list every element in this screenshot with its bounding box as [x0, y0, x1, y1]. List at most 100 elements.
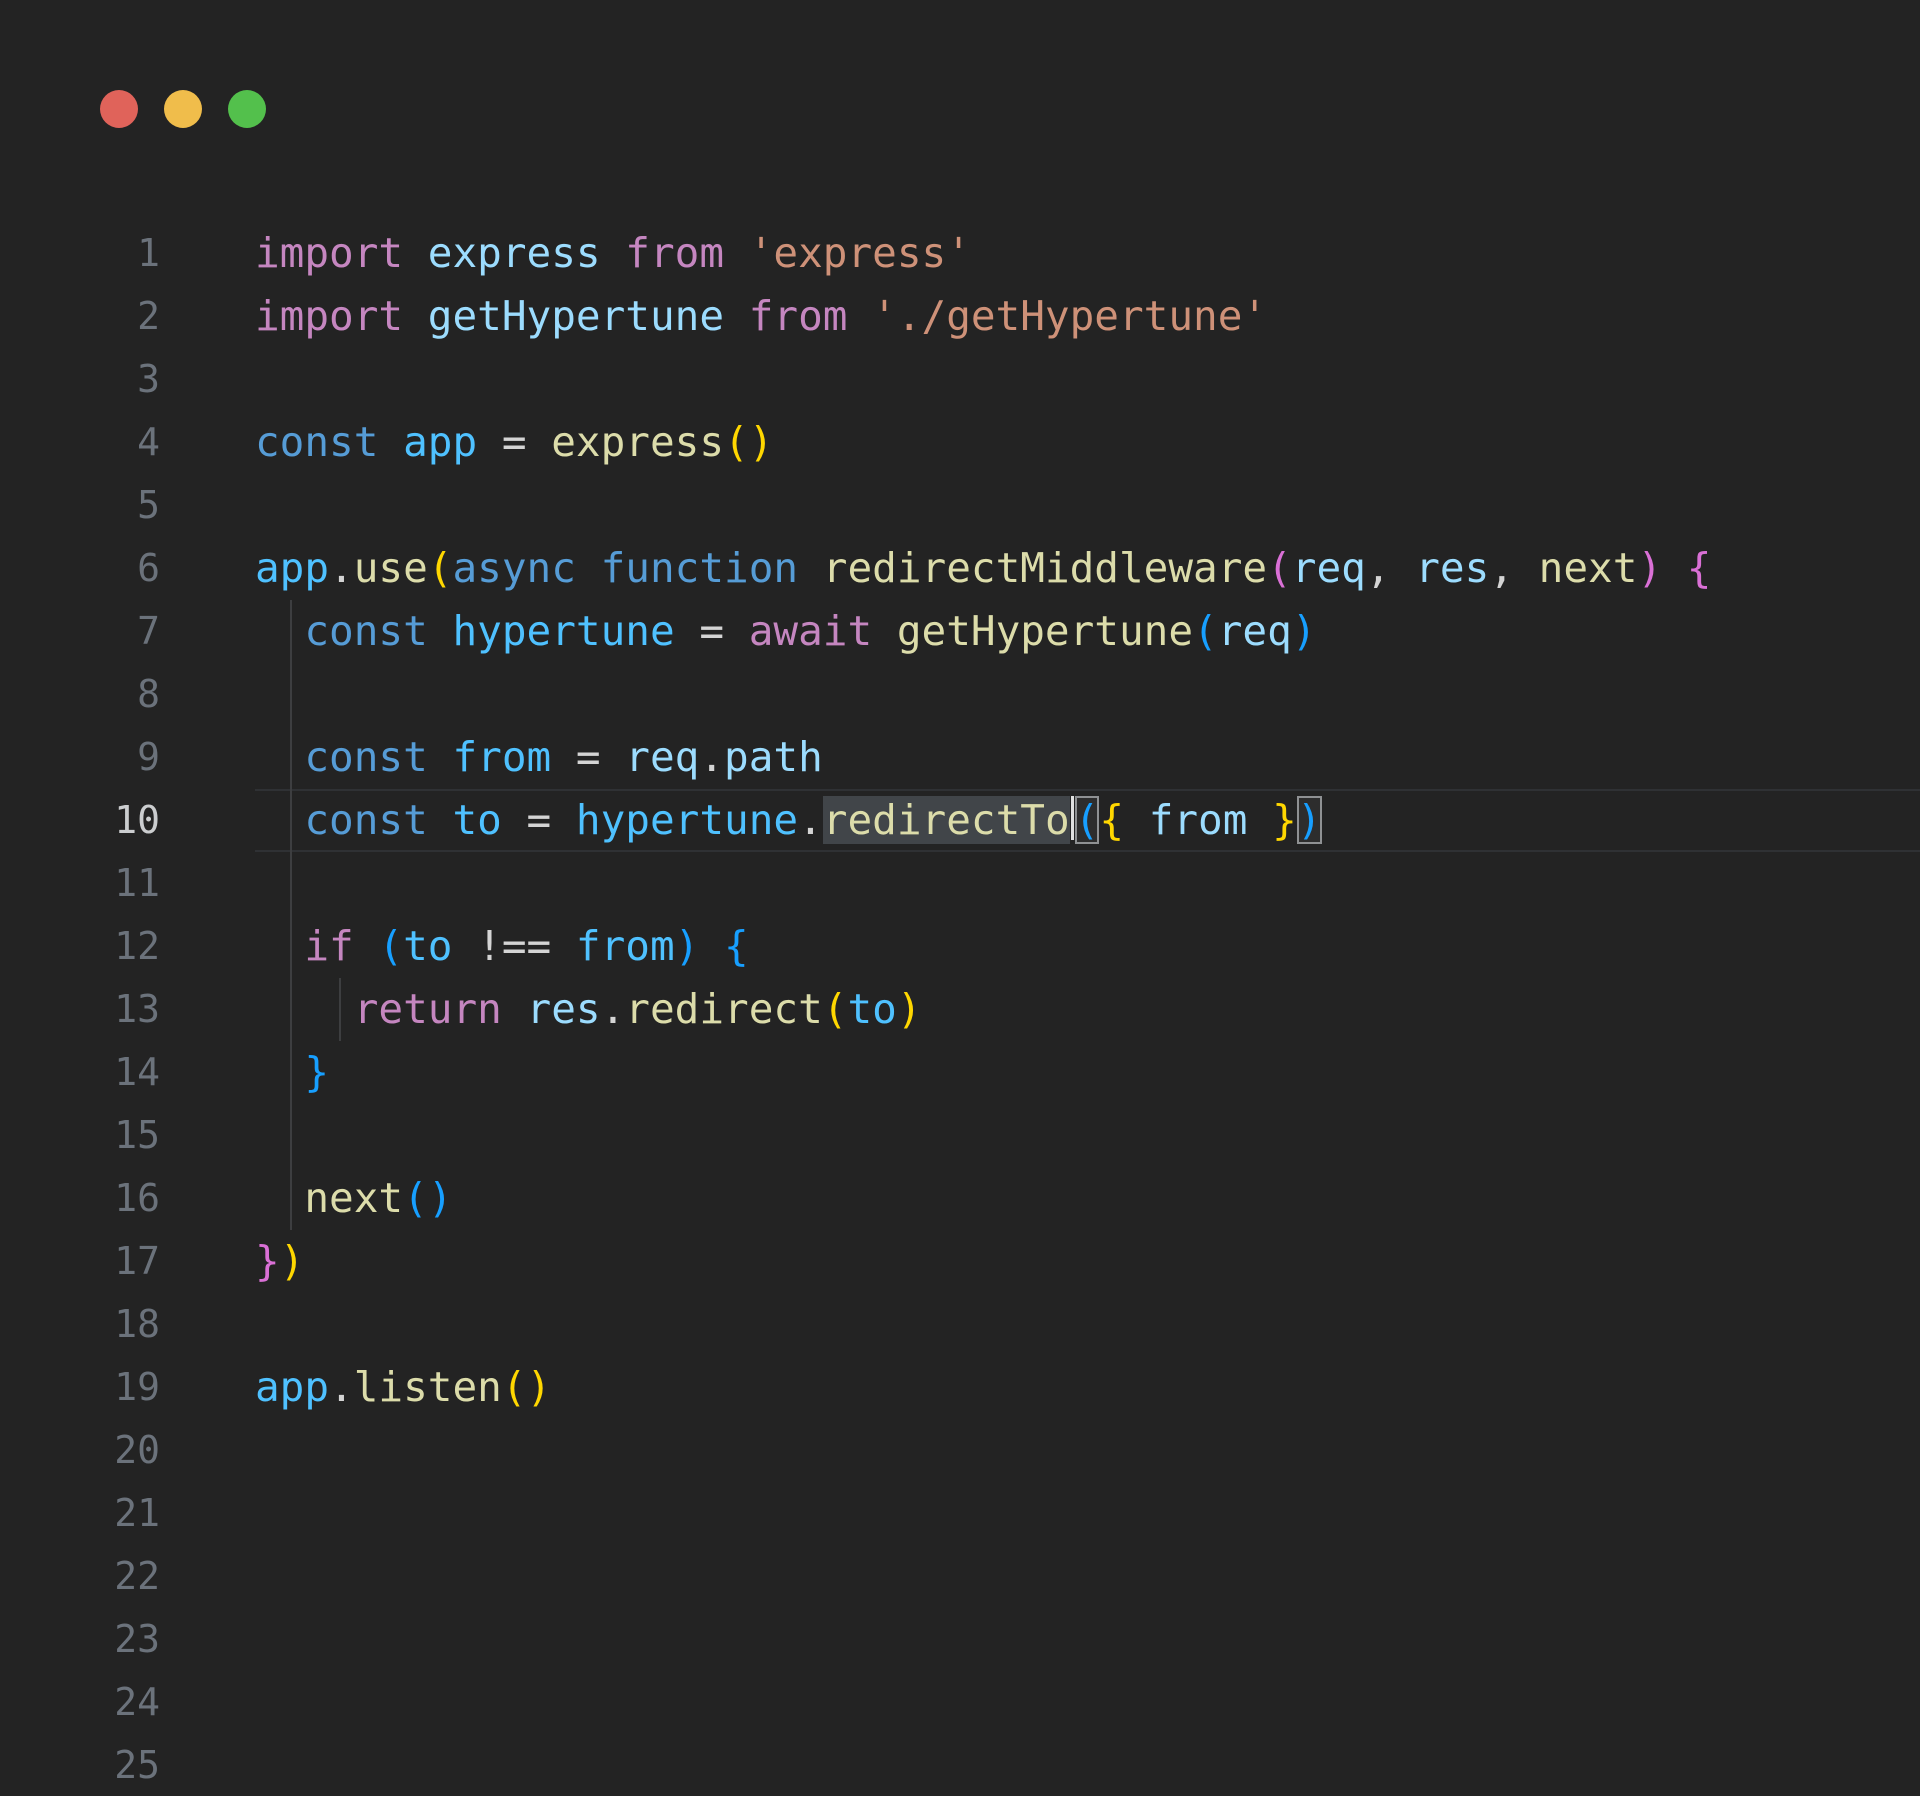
indent-guide	[290, 789, 292, 852]
highlighted-word: redirectTo	[823, 796, 1070, 844]
code-token	[798, 544, 823, 592]
code-token: to	[403, 922, 452, 970]
code-line[interactable]: 1import express from 'express'	[0, 222, 1920, 285]
code-editor-window: 1import express from 'express'2import ge…	[0, 0, 1920, 1796]
line-number: 18	[0, 1293, 160, 1356]
code-line[interactable]: 2import getHypertune from './getHypertun…	[0, 285, 1920, 348]
line-number: 15	[0, 1104, 160, 1167]
code-token: (	[403, 1174, 428, 1222]
line-number: 8	[0, 663, 160, 726]
code-line[interactable]: 19app.listen()	[0, 1356, 1920, 1419]
code-token: from	[749, 292, 848, 340]
code-token: (	[724, 418, 749, 466]
code-line[interactable]: 7 const hypertune = await getHypertune(r…	[0, 600, 1920, 663]
code-line[interactable]: 21	[0, 1482, 1920, 1545]
code-token: import	[255, 292, 403, 340]
line-number: 6	[0, 537, 160, 600]
code-token: const	[304, 607, 427, 655]
code-line-content	[255, 1608, 1920, 1671]
code-token: req	[625, 733, 699, 781]
code-line[interactable]: 6 app.use(async function redirectMiddlewa…	[0, 537, 1920, 600]
code-token: app	[255, 544, 329, 592]
code-line-content: return res.redirect(to)	[255, 978, 1920, 1041]
code-line[interactable]: 22	[0, 1545, 1920, 1608]
indent-guide	[290, 1104, 292, 1167]
code-line[interactable]: 13 return res.redirect(to)	[0, 978, 1920, 1041]
indent-guide	[290, 1167, 292, 1230]
code-line-content: app.use(async function redirectMiddlewar…	[255, 537, 1920, 600]
code-token: express	[551, 418, 724, 466]
code-line[interactable]: 24	[0, 1671, 1920, 1734]
indent-guide	[290, 663, 292, 726]
code-token	[428, 607, 453, 655]
code-token: )	[897, 985, 922, 1033]
code-line[interactable]: 8	[0, 663, 1920, 726]
code-editor-area[interactable]: 1import express from 'express'2import ge…	[0, 222, 1920, 1796]
code-token: )	[428, 1174, 453, 1222]
line-number: 22	[0, 1545, 160, 1608]
code-token: (	[823, 985, 848, 1033]
indent-guide	[339, 978, 341, 1041]
code-token: .	[329, 544, 354, 592]
close-button[interactable]	[100, 90, 138, 128]
code-token	[403, 229, 428, 277]
code-token: next	[1539, 544, 1638, 592]
code-line[interactable]: 12 if (to !== from) {	[0, 915, 1920, 978]
code-token: req	[1292, 544, 1366, 592]
code-line[interactable]: 20	[0, 1419, 1920, 1482]
code-line-content: const from = req.path	[255, 726, 1920, 789]
code-token: =	[551, 733, 625, 781]
code-token: .	[329, 1363, 354, 1411]
code-token	[428, 733, 453, 781]
code-token	[576, 544, 601, 592]
line-number: 10	[0, 789, 160, 852]
code-token: './getHypertune'	[872, 292, 1267, 340]
code-token	[255, 733, 304, 781]
code-token: from	[1149, 796, 1248, 844]
code-line-content	[255, 663, 1920, 726]
code-line[interactable]: 5	[0, 474, 1920, 537]
line-number: 24	[0, 1671, 160, 1734]
code-token	[724, 292, 749, 340]
code-token	[699, 922, 724, 970]
code-token: (	[1193, 607, 1218, 655]
line-number: 21	[0, 1482, 160, 1545]
code-line[interactable]: 15	[0, 1104, 1920, 1167]
code-line[interactable]: 9 const from = req.path	[0, 726, 1920, 789]
bracket-match: (	[1075, 796, 1100, 844]
code-token: }	[255, 1237, 280, 1285]
zoom-button[interactable]	[228, 90, 266, 128]
code-line[interactable]: 23	[0, 1608, 1920, 1671]
code-line[interactable]: 4const app = express()	[0, 411, 1920, 474]
code-line-content: next()	[255, 1167, 1920, 1230]
code-token: hypertune	[576, 796, 798, 844]
code-token: )	[675, 922, 700, 970]
code-token	[403, 292, 428, 340]
code-line[interactable]: 14 }	[0, 1041, 1920, 1104]
code-line[interactable]: 16 next()	[0, 1167, 1920, 1230]
code-line-content: app.listen()	[255, 1356, 1920, 1419]
code-line[interactable]: 17})	[0, 1230, 1920, 1293]
line-number: 14	[0, 1041, 160, 1104]
code-line-content	[255, 1419, 1920, 1482]
line-number: 20	[0, 1419, 160, 1482]
code-line[interactable]: 11	[0, 852, 1920, 915]
code-line[interactable]: 10 const to = hypertune.redirectTo({ fro…	[0, 789, 1920, 852]
code-token: ,	[1366, 544, 1415, 592]
line-number: 9	[0, 726, 160, 789]
code-token	[255, 922, 304, 970]
code-token	[1124, 796, 1149, 844]
minimize-button[interactable]	[164, 90, 202, 128]
code-token: redirect	[625, 985, 822, 1033]
code-line[interactable]: 18	[0, 1293, 1920, 1356]
code-line-content	[255, 1734, 1920, 1796]
code-line[interactable]: 3	[0, 348, 1920, 411]
code-token: .	[601, 985, 626, 1033]
code-line[interactable]: 25	[0, 1734, 1920, 1796]
line-number: 7	[0, 600, 160, 663]
code-token: (	[428, 544, 453, 592]
indent-guide	[290, 726, 292, 789]
code-line-content: const to = hypertune.redirectTo({ from }…	[255, 789, 1920, 852]
code-token: !==	[453, 922, 576, 970]
indent-guide	[290, 1041, 292, 1104]
